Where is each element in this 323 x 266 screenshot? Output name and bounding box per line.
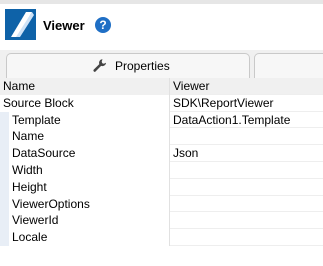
wrench-icon — [92, 58, 108, 74]
property-name: Height — [12, 179, 47, 194]
property-value[interactable]: Json — [173, 146, 198, 160]
column-name-header: Name — [3, 79, 36, 93]
property-name: ViewerId — [12, 213, 59, 228]
property-row-height[interactable]: Height — [0, 178, 323, 196]
property-name: ViewerOptions — [12, 196, 90, 211]
help-icon[interactable]: ? — [95, 17, 111, 33]
viewer-logo-icon — [5, 9, 36, 40]
column-value-header: Viewer — [173, 79, 210, 93]
property-value[interactable]: SDK\ReportViewer — [173, 96, 274, 110]
property-row-viewerid[interactable]: ViewerId — [0, 212, 323, 230]
tab-properties[interactable]: Properties — [6, 53, 250, 78]
tab-properties-label: Properties — [115, 59, 170, 73]
property-row-name[interactable]: Name — [0, 128, 323, 146]
property-name: Name — [12, 129, 45, 144]
property-grid: Name Viewer Source Block SDK\ReportViewe… — [0, 78, 323, 246]
property-row-source-block[interactable]: Source Block SDK\ReportViewer — [0, 94, 323, 112]
panel-header: Viewer ? — [0, 4, 323, 50]
tab-bar: Properties — [0, 50, 323, 78]
property-name: Locale — [12, 230, 48, 245]
property-row-template[interactable]: Template DataAction1.Template — [0, 111, 323, 129]
property-row-width[interactable]: Width — [0, 161, 323, 179]
page-title: Viewer — [43, 18, 85, 33]
property-name: Width — [12, 162, 43, 177]
tab-secondary[interactable] — [254, 53, 323, 78]
property-row-datasource[interactable]: DataSource Json — [0, 145, 323, 162]
property-row-locale[interactable]: Locale — [0, 229, 323, 246]
property-name: Template — [12, 112, 61, 127]
property-name: Source Block — [3, 95, 74, 110]
property-row-vieweroptions[interactable]: ViewerOptions — [0, 195, 323, 213]
grid-header-row: Name Viewer — [0, 78, 323, 95]
property-name: DataSource — [12, 146, 76, 161]
property-value[interactable]: DataAction1.Template — [173, 113, 290, 127]
